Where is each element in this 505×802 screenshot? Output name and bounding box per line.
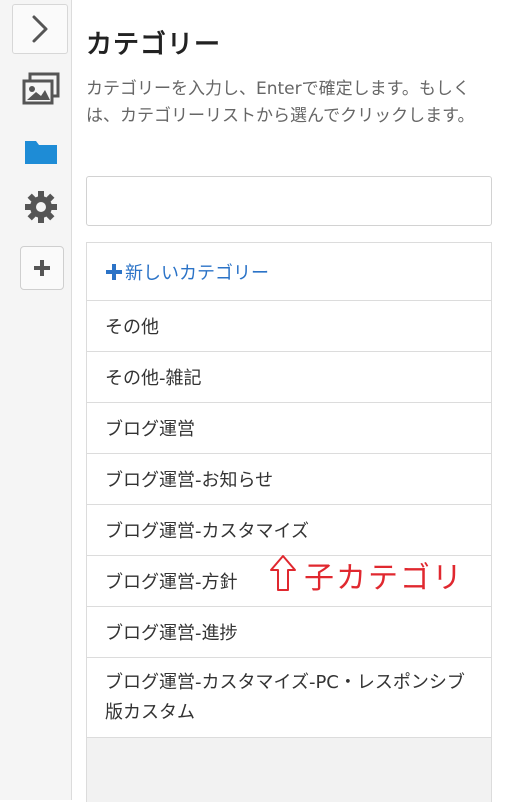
plus-icon [106,263,122,280]
panel-title: カテゴリー [86,30,222,60]
category-item[interactable]: その他-雑記 [87,352,491,403]
settings-button[interactable] [20,186,62,228]
plus-icon [34,260,50,276]
chevron-right-icon [32,15,48,43]
panel-description: カテゴリーを入力し、Enterで確定します。もしくは、カテゴリーリストから選んで… [86,79,475,126]
add-button[interactable] [20,246,64,290]
new-category-button[interactable]: 新しいカテゴリー [87,243,491,301]
icon-sidebar [0,0,72,800]
new-category-label: 新しいカテゴリー [125,262,269,284]
folder-icon [25,141,57,164]
category-item[interactable]: ブログ運営-お知らせ [87,454,491,505]
up-arrow-icon [270,555,296,591]
category-input[interactable] [86,176,492,226]
category-panel: カテゴリー カテゴリーを入力し、Enterで確定します。もしくは、カテゴリーリス… [86,0,492,802]
sidebar-toggle-button[interactable] [12,4,68,54]
images-icon [22,72,60,105]
category-button[interactable] [20,130,62,172]
category-item[interactable]: ブログ運営-進捗 [87,607,491,658]
annotation-text: 子カテゴリ [304,561,464,596]
gear-icon [25,191,57,223]
category-item[interactable]: ブログ運営 [87,403,491,454]
category-item[interactable]: ブログ運営-カスタマイズ [87,505,491,556]
category-item[interactable]: ブログ運営-カスタマイズ-PC・レスポンシブ版カスタム [87,658,491,738]
category-list: 新しいカテゴリー その他 その他-雑記 ブログ運営 ブログ運営-お知らせ ブログ… [86,242,492,802]
images-button[interactable] [20,68,62,110]
child-category-annotation: 子カテゴリ [264,551,464,597]
category-item[interactable]: その他 [87,301,491,352]
